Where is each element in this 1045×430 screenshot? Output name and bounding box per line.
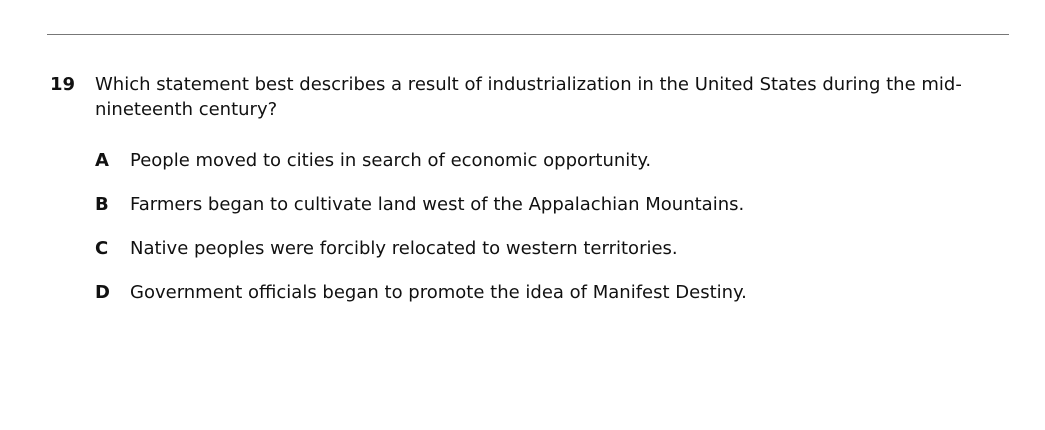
choice-text: Farmers began to cultivate land west of … (130, 194, 745, 215)
choice-text: Native peoples were forcibly relocated t… (130, 238, 678, 259)
choice-c[interactable]: C Native peoples were forcibly relocated… (95, 236, 995, 280)
choice-letter: B (95, 194, 109, 215)
choice-letter: D (95, 282, 110, 303)
choice-a[interactable]: A People moved to cities in search of ec… (95, 148, 995, 192)
question-text: Which statement best describes a result … (95, 74, 962, 120)
choice-text: People moved to cities in search of econ… (130, 150, 652, 171)
choice-b[interactable]: B Farmers began to cultivate land west o… (95, 192, 995, 236)
choice-letter: C (95, 238, 109, 259)
answer-choices: A People moved to cities in search of ec… (95, 148, 995, 324)
choice-text: Government officials began to promote th… (130, 282, 747, 303)
choice-d[interactable]: D Government officials began to promote … (95, 280, 995, 324)
top-divider (47, 34, 1009, 35)
choice-letter: A (95, 150, 109, 171)
question-number: 19 (50, 74, 76, 95)
